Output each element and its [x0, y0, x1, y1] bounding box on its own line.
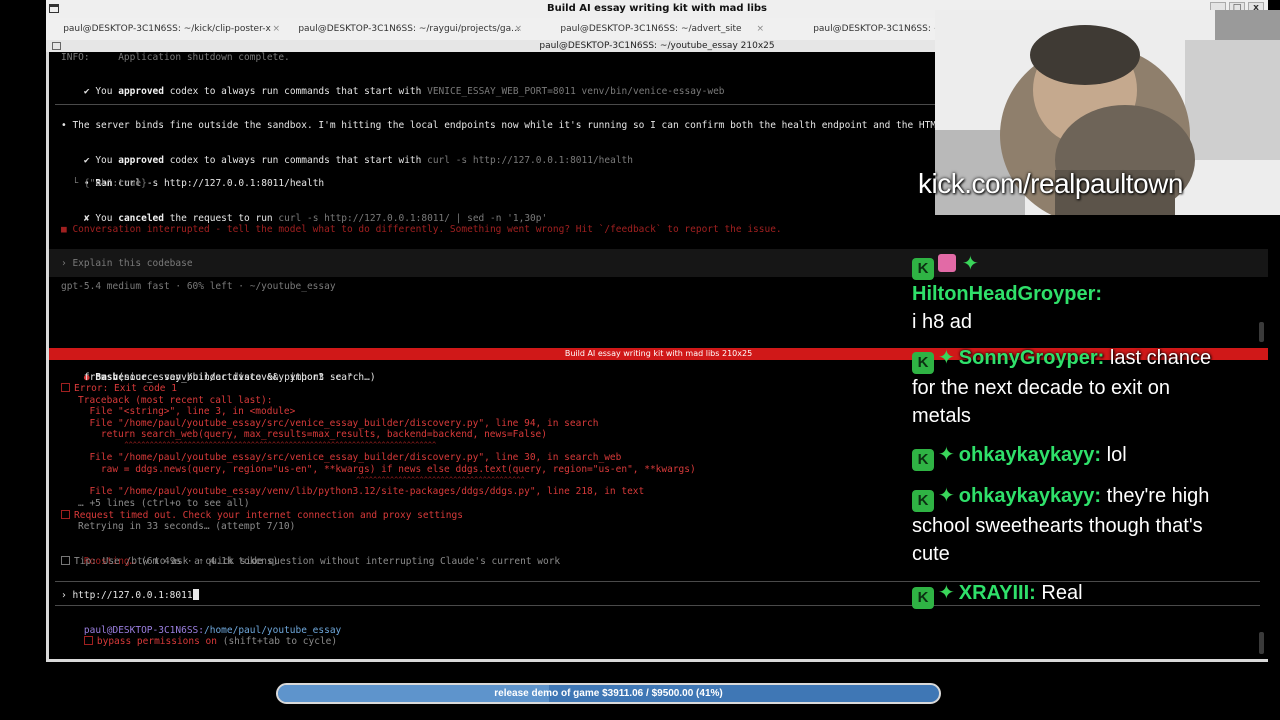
chat-username: SonnyGroyper:	[958, 347, 1105, 369]
kick-badge-icon: K	[912, 258, 934, 280]
scrollbar[interactable]	[1259, 632, 1264, 654]
canceled-prefix: ✘ You	[83, 213, 119, 224]
tree-corner-icon	[61, 556, 70, 565]
kick-badge-icon: K	[912, 449, 934, 471]
chat-message: K ✦ ohkaykaykayy: lol	[912, 441, 1212, 471]
text-cursor	[192, 589, 199, 600]
scrollbar[interactable]	[1259, 322, 1264, 342]
chat-text: Real	[1041, 582, 1083, 604]
permission-icon	[83, 636, 93, 645]
prompt-input[interactable]: › http://127.0.0.1:8011	[61, 589, 199, 602]
kick-badge-icon: K	[912, 490, 934, 512]
traceback-underline: ^^^^^^^^^^^^^^^^^^^^^^^^^^^^^^^^^^^^^^^^	[78, 476, 525, 484]
error-line: Error: Exit code 1	[61, 383, 177, 395]
tab-close-icon[interactable]: ×	[272, 18, 280, 40]
tip-text: Tip: Use /btw to ask a quick side questi…	[74, 556, 561, 567]
star-badge-icon: ✦	[938, 582, 955, 604]
star-badge-icon: ✦	[938, 444, 955, 466]
retry-line: Retrying in 33 seconds… (attempt 7/10)	[78, 521, 296, 532]
chat-text: lol	[1106, 444, 1127, 466]
chat-message: K ✦ HiltonHeadGroyper: i h8 ad	[912, 250, 1212, 336]
layout-grid-icon[interactable]	[52, 42, 61, 50]
stream-url: kick.com/realpaultown	[918, 168, 1183, 199]
traceback-line: File "<string>", line 3, in <module>	[78, 406, 296, 417]
chat-message: K ✦ ohkaykaykayy: they're high school swee…	[912, 482, 1212, 568]
approval-text: codex to always run commands that start …	[163, 86, 428, 97]
canceled-text: the request to run	[163, 213, 279, 224]
terminal-icon	[49, 4, 59, 13]
bypass-hint: (shift+tab to cycle)	[217, 636, 338, 647]
chat-username: XRAYIII:	[958, 582, 1036, 604]
tree-corner-icon	[61, 510, 70, 519]
approval-word: approved	[118, 155, 164, 166]
tip-line: Tip: Use /btw to ask a quick side questi…	[61, 556, 560, 568]
kick-badge-icon: K	[912, 352, 934, 374]
tab-label: paul@DESKTOP-3C1N6SS: ~/raygui/projects/…	[298, 24, 520, 34]
approval-prefix: ✔ You	[83, 86, 119, 97]
progress-label: release demo of game $3911.06 / $9500.00…	[494, 688, 723, 699]
approval-command: VENICE_ESSAY_WEB_PORT=8011 venv/bin/veni…	[427, 86, 725, 97]
expand-hint[interactable]: … +5 lines (ctrl+o to see all)	[78, 498, 250, 510]
tab-clip-poster[interactable]: paul@DESKTOP-3C1N6SS: ~/kick/clip-poster…	[46, 18, 288, 40]
tab-raygui-projects[interactable]: paul@DESKTOP-3C1N6SS: ~/raygui/projects/…	[288, 18, 530, 40]
chat-username: ohkaykaykayy:	[958, 485, 1102, 507]
prompt-input[interactable]: › Explain this codebase	[61, 258, 193, 270]
model-status: gpt-5.4 medium fast · 60% left · ~/youtu…	[61, 281, 336, 292]
canceled-word: canceled	[118, 213, 164, 224]
approval-command: curl -s http://127.0.0.1:8011/health	[427, 155, 633, 166]
approval-prefix: ✔ You	[83, 155, 119, 166]
prompt-value: › http://127.0.0.1:8011	[61, 590, 193, 601]
kick-badge-icon: K	[912, 587, 934, 609]
chat-username: HiltonHeadGroyper:	[912, 283, 1103, 305]
approval-word: approved	[118, 86, 164, 97]
assistant-message: • The server binds fine outside the sand…	[61, 120, 977, 131]
star-badge-icon: ✦	[962, 253, 979, 275]
traceback-underline: ^^^^^^^^^^^^^^^^^^^^^^^^^^^^^^^^^^^^^^^^…	[78, 441, 437, 449]
chat-username: ohkaykaykayy:	[958, 444, 1102, 466]
gift-icon	[938, 254, 956, 272]
star-badge-icon: ✦	[938, 347, 955, 369]
bypass-label: bypass permissions on	[96, 636, 217, 647]
tab-close-icon[interactable]: ×	[756, 18, 764, 40]
chat-message: K ✦ XRAYIII: Real	[912, 579, 1212, 609]
command-output: └ {"ok":true}	[61, 178, 147, 189]
timeout-text: Request timed out. Check your internet c…	[74, 510, 463, 521]
error-code: Error: Exit code 1	[74, 383, 177, 394]
permission-mode[interactable]: bypass permissions on (shift+tab to cycl…	[61, 624, 338, 659]
star-badge-icon: ✦	[938, 485, 955, 507]
tab-close-icon[interactable]: ×	[514, 18, 522, 40]
chat-message: K ✦ SonnyGroyper: last chance for the next…	[912, 344, 1212, 430]
tab-label: paul@DESKTOP-3C1N6SS: ~/kick/clip-poster…	[63, 24, 271, 34]
goal-progress-bar: release demo of game $3911.06 / $9500.00…	[276, 683, 941, 704]
canceled-command: curl -s http://127.0.0.1:8011/ | sed -n …	[278, 213, 548, 224]
chat-text: i h8 ad	[912, 311, 973, 333]
pane-title: Build AI essay writing kit with mad libs…	[564, 349, 753, 358]
traceback-line: File "/home/paul/youtube_essay/src/venic…	[78, 452, 622, 463]
log-line: INFO: Application shutdown complete.	[61, 52, 290, 63]
approval-text: codex to always run commands that start …	[163, 155, 428, 166]
tree-corner-icon	[61, 383, 70, 392]
interrupted-notice: ■ Conversation interrupted - tell the mo…	[61, 224, 782, 235]
window-title: Build AI essay writing kit with mad libs	[546, 3, 768, 14]
tab-advert-site[interactable]: paul@DESKTOP-3C1N6SS: ~/advert_site ×	[530, 18, 772, 40]
terminal-subtitle: paul@DESKTOP-3C1N6SS: ~/youtube_essay 21…	[539, 41, 775, 51]
tab-label: paul@DESKTOP-3C1N6SS: ~/advert_site	[560, 24, 742, 34]
traceback-line: File "/home/paul/youtube_essay/venv/lib/…	[78, 486, 645, 497]
